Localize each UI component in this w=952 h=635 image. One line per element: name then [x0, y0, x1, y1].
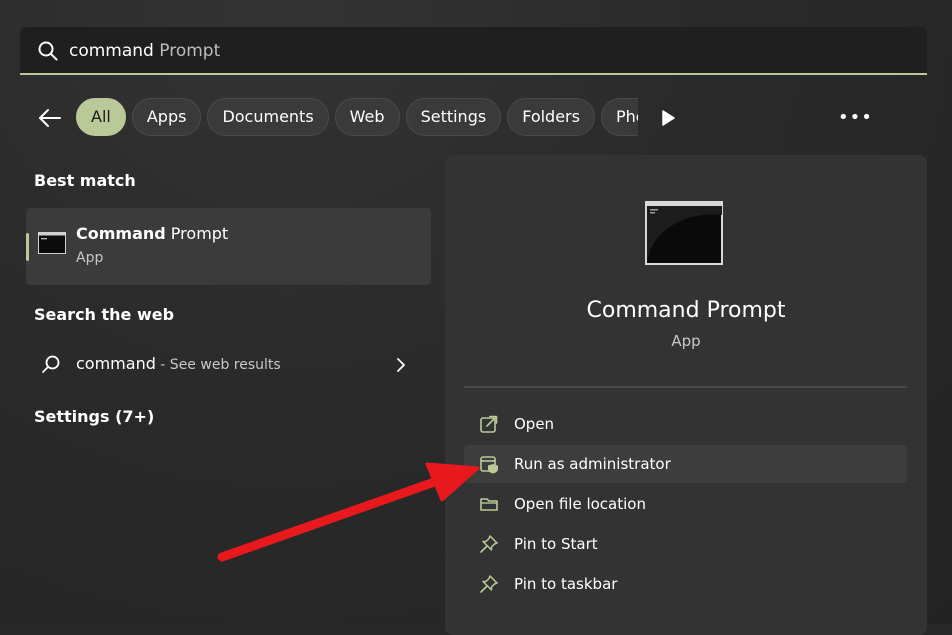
action-open-file-location-label: Open file location — [514, 495, 646, 513]
best-match-name-rest: Prompt — [165, 224, 229, 243]
search-web-heading: Search the web — [34, 305, 175, 324]
action-open[interactable]: Open — [464, 405, 907, 443]
best-match-heading: Best match — [34, 171, 136, 190]
selection-indicator — [26, 233, 29, 261]
shield-window-icon — [480, 456, 498, 474]
command-prompt-icon — [38, 232, 66, 254]
tab-all[interactable]: All — [76, 98, 126, 136]
settings-heading[interactable]: Settings (7+) — [34, 407, 154, 426]
action-pin-to-taskbar[interactable]: Pin to taskbar — [464, 565, 907, 603]
filter-tabs: AllAppsDocumentsWebSettingsFoldersPhotos — [76, 98, 638, 138]
best-match-item[interactable]: Command Prompt App — [26, 208, 431, 285]
search-typed-text: command — [69, 41, 154, 61]
best-match-name-bold: Command — [76, 224, 166, 243]
web-result-item[interactable]: command - See web results — [26, 342, 431, 386]
search-icon — [38, 41, 58, 61]
detail-panel: Command Prompt App Open Run as administr… — [445, 155, 927, 635]
action-pin-to-start-label: Pin to Start — [514, 535, 598, 553]
tab-apps[interactable]: Apps — [131, 98, 202, 136]
tab-photos[interactable]: Photos — [600, 98, 638, 136]
action-pin-to-start[interactable]: Pin to Start — [464, 525, 907, 563]
tab-web[interactable]: Web — [334, 98, 400, 136]
web-result-text: command - See web results — [76, 354, 281, 373]
scroll-tabs-right-icon[interactable] — [660, 109, 676, 127]
pin-icon — [480, 535, 498, 553]
best-match-type: App — [76, 250, 104, 266]
tab-documents[interactable]: Documents — [207, 98, 329, 136]
web-result-query: command — [76, 354, 156, 373]
chevron-right-icon — [397, 358, 405, 372]
action-run-as-administrator-label: Run as administrator — [514, 455, 671, 473]
back-arrow-icon[interactable] — [36, 104, 64, 132]
action-run-as-administrator[interactable]: Run as administrator — [464, 445, 907, 483]
search-icon — [42, 355, 60, 373]
detail-subtitle: App — [671, 332, 701, 350]
detail-divider — [464, 386, 907, 388]
pin-icon — [480, 575, 498, 593]
search-autocomplete-text: Prompt — [153, 41, 221, 61]
best-match-name: Command Prompt — [76, 224, 228, 243]
web-result-suffix: - See web results — [155, 357, 281, 373]
more-options-icon[interactable]: ••• — [838, 108, 872, 128]
action-open-file-location[interactable]: Open file location — [464, 485, 907, 523]
search-bar[interactable]: command Prompt — [20, 27, 927, 75]
folder-icon — [480, 498, 498, 511]
tab-settings[interactable]: Settings — [405, 98, 502, 136]
open-external-icon — [480, 415, 498, 433]
action-pin-to-taskbar-label: Pin to taskbar — [514, 575, 618, 593]
search-input[interactable]: command Prompt — [69, 40, 220, 62]
detail-title: Command Prompt — [586, 298, 786, 323]
tab-folders[interactable]: Folders — [507, 98, 595, 136]
action-open-label: Open — [514, 415, 555, 433]
command-prompt-large-icon — [645, 201, 723, 265]
